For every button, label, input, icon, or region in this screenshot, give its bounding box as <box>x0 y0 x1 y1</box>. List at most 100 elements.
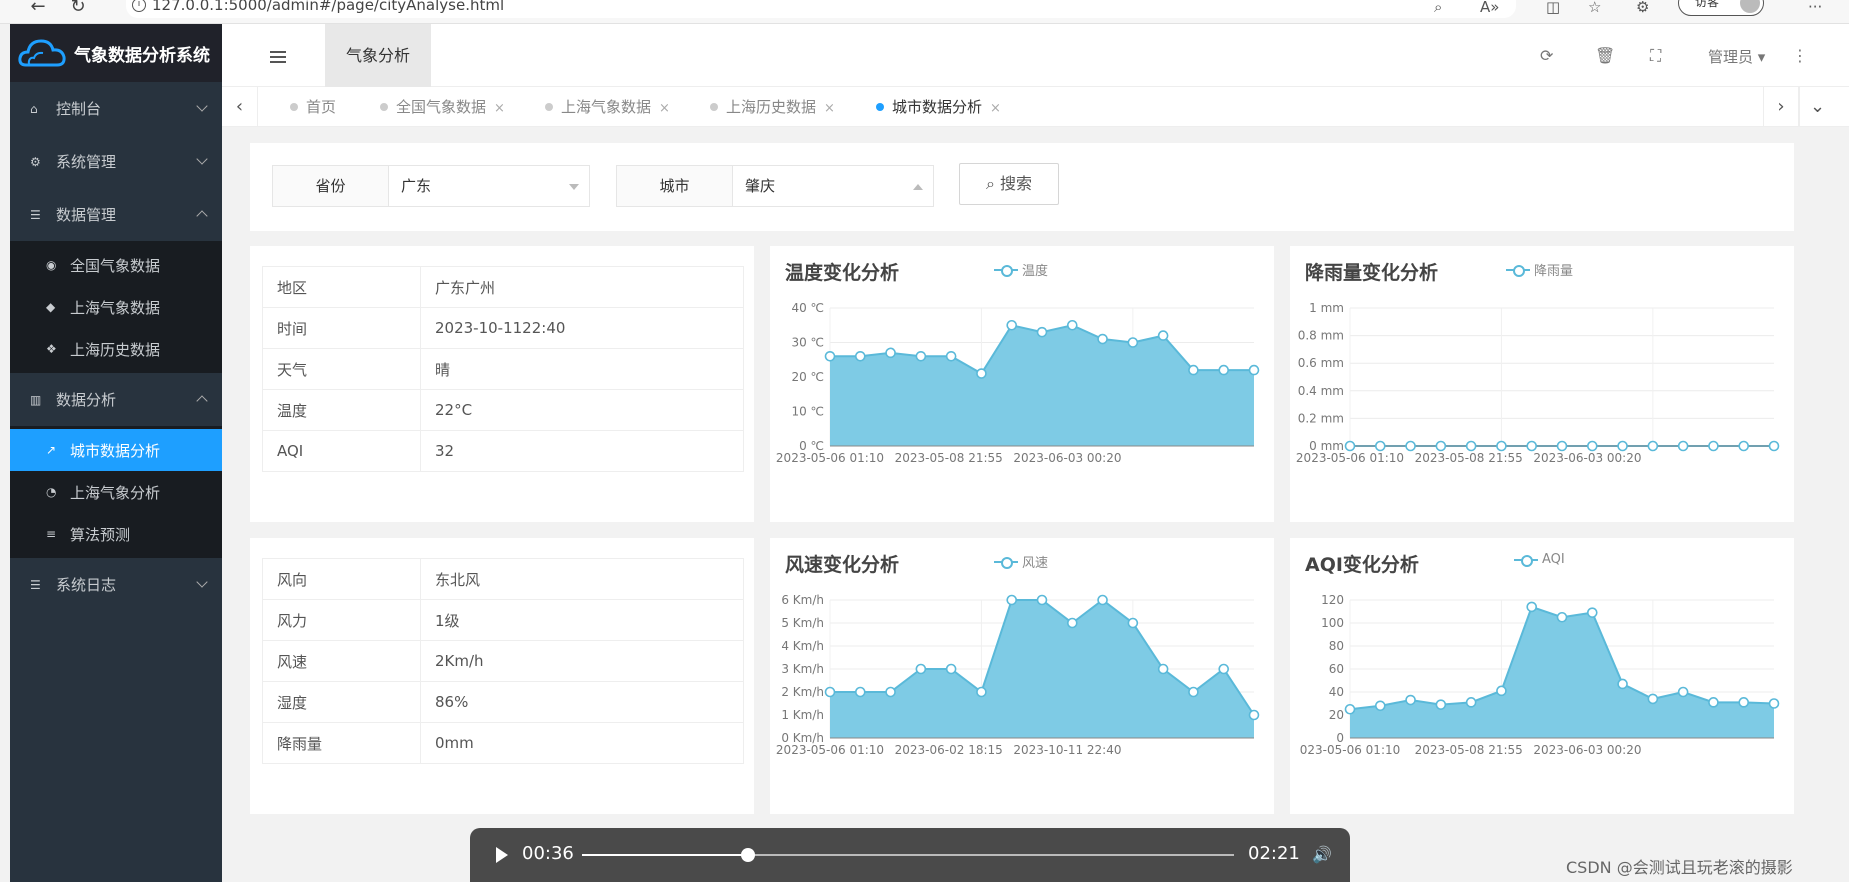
table-value: 1级 <box>420 599 744 641</box>
menu-data-analysis[interactable]: ▥ 数据分析 <box>10 373 222 426</box>
chart-legend[interactable]: 降雨量 <box>1506 260 1573 279</box>
y-tick-label: 30 ℃ <box>791 336 824 350</box>
sidebar-item-algorithm-prediction[interactable]: ≡ 算法预测 <box>10 513 222 555</box>
header-tab-weather-analysis[interactable]: 气象分析 <box>325 24 431 87</box>
cube-icon: ◆ <box>46 300 56 314</box>
menu-system-management[interactable]: ⚙ 系统管理 <box>10 135 222 188</box>
search-icon: ⌕ <box>985 174 995 193</box>
site-info-icon[interactable]: i <box>132 0 146 12</box>
tab-dropdown-icon[interactable]: ⌄ <box>1799 87 1835 127</box>
data-point <box>1708 440 1719 452</box>
tab-scroll-right-icon[interactable]: › <box>1763 87 1799 127</box>
y-tick-label: 0.2 mm <box>1298 411 1344 425</box>
search-button[interactable]: ⌕ 搜索 <box>959 163 1059 205</box>
menu-toggle-icon[interactable] <box>270 51 286 66</box>
chart-legend[interactable]: 风速 <box>994 552 1048 571</box>
chevron-down-icon <box>196 100 208 112</box>
menu-data-management[interactable]: ☰ 数据管理 <box>10 188 222 241</box>
data-point <box>1768 440 1780 452</box>
sidebar-item-shanghai-history[interactable]: ❖ 上海历史数据 <box>10 328 222 370</box>
chart-legend[interactable]: AQI <box>1514 552 1565 567</box>
province-select[interactable]: 省份 广东 <box>272 165 590 207</box>
chart-title: 风速变化分析 <box>785 554 900 576</box>
data-point <box>1708 697 1719 708</box>
data-point <box>945 351 957 362</box>
logo[interactable]: 气象数据分析系统 <box>10 24 222 82</box>
favorites-icon[interactable]: ☆ <box>1588 0 1601 16</box>
menu-dashboard[interactable]: ⌂ 控制台 <box>10 82 222 135</box>
city-select[interactable]: 城市 肇庆 <box>616 165 934 207</box>
x-tick-label: 2023-06-03 00:20 <box>1533 743 1641 757</box>
table-row: 风速 2Km/h <box>262 640 744 682</box>
seek-handle[interactable] <box>741 848 756 862</box>
profile-label: 访客 <box>1695 0 1720 9</box>
rainfall-chart: 0 mm0.2 mm0.4 mm0.6 mm0.8 mm1 mm2023-05-… <box>1296 301 1780 465</box>
fullscreen-icon[interactable]: ⛶ <box>1650 46 1661 66</box>
data-point <box>1157 330 1169 341</box>
tab-scroll-left-icon[interactable]: ‹ <box>222 87 258 127</box>
wind-speed-chart: 0 Km/h1 Km/h2 Km/h3 Km/h4 Km/h5 Km/h6 Km… <box>776 593 1260 757</box>
table-row: 时间 2023-10-1122:40 <box>262 307 744 349</box>
legend-marker-icon <box>1514 554 1538 567</box>
city-value: 肇庆 <box>745 177 776 195</box>
total-time: 02:21 <box>1248 843 1300 864</box>
y-tick-label: 3 Km/h <box>781 662 824 676</box>
address-bar[interactable]: i 127.0.0.1:5000/admin#/page/cityAnalyse… <box>126 0 1516 18</box>
close-icon[interactable]: × <box>659 101 670 116</box>
sidebar-item-label: 上海气象分析 <box>70 483 161 502</box>
data-point <box>1496 685 1507 697</box>
seek-bar[interactable] <box>582 848 1234 862</box>
sidebar-item-shanghai-data[interactable]: ◆ 上海气象数据 <box>10 286 222 328</box>
gears-icon: ⚙ <box>30 154 41 169</box>
play-icon[interactable] <box>496 847 508 863</box>
data-point <box>976 686 987 698</box>
chart-legend[interactable]: 温度 <box>994 260 1048 279</box>
pie-chart-icon: ◔ <box>46 485 57 499</box>
close-icon[interactable]: × <box>990 101 1001 116</box>
server-icon: ☰ <box>30 207 41 222</box>
aqi-chart: 020406080100120023-05-06 01:10 2023-05-08… <box>1300 593 1780 757</box>
city-value-box[interactable]: 肇庆 <box>733 166 933 206</box>
legend-label: AQI <box>1542 552 1565 567</box>
trash-icon[interactable]: 🗑 <box>1595 46 1615 65</box>
refresh-icon[interactable]: ↻ <box>66 0 90 20</box>
data-point <box>885 686 896 698</box>
extension-icon[interactable]: ⚙ <box>1636 0 1649 16</box>
back-arrow-icon[interactable]: ← <box>26 0 50 20</box>
tab-home[interactable]: 首页 <box>286 87 336 127</box>
sidebar-item-national-data[interactable]: ◉ 全国气象数据 <box>10 244 222 286</box>
close-icon[interactable]: × <box>494 101 505 116</box>
refresh-icon[interactable]: ⟳ <box>1540 46 1553 65</box>
tab-dot <box>545 103 553 111</box>
sidebar-item-label: 上海气象数据 <box>70 298 161 317</box>
tab-shanghai-data[interactable]: 上海气象数据 × <box>541 87 670 127</box>
close-icon[interactable]: × <box>824 101 835 116</box>
tab-dot <box>710 103 718 111</box>
data-point <box>824 686 836 698</box>
line-chart-icon: ↗ <box>46 443 57 457</box>
x-tick-label: 2023-10-11 22:40 <box>1013 743 1121 757</box>
zoom-icon[interactable]: ⌕ <box>1434 0 1442 16</box>
y-tick-label: 0.6 mm <box>1298 356 1344 370</box>
province-value-box[interactable]: 广东 <box>389 166 589 206</box>
volume-icon[interactable]: 🔊 <box>1312 845 1332 864</box>
tab-shanghai-history[interactable]: 上海历史数据 × <box>706 87 835 127</box>
menu-system-log[interactable]: ☰ 系统日志 <box>10 558 222 611</box>
more-vertical-icon[interactable]: ⋮ <box>1792 46 1808 65</box>
profile-button[interactable]: 访客 <box>1678 0 1764 16</box>
data-point <box>1248 709 1260 721</box>
sidebar-item-shanghai-analysis[interactable]: ◔ 上海气象分析 <box>10 471 222 513</box>
tab-national-data[interactable]: 全国气象数据 × <box>376 87 505 127</box>
browser-toolbar: ← ↻ i 127.0.0.1:5000/admin#/page/cityAna… <box>0 0 1849 24</box>
more-icon[interactable]: ··· <box>1808 0 1822 16</box>
data-point <box>1526 440 1538 452</box>
read-aloud-icon[interactable]: A» <box>1480 0 1499 16</box>
sidebar-item-city-analysis[interactable]: ↗ 城市数据分析 <box>10 429 222 471</box>
watermark-text: CSDN @会测试且玩老滚的摄影 <box>1566 858 1793 877</box>
y-tick-label: 40 ℃ <box>791 301 824 315</box>
split-screen-icon[interactable]: ◫ <box>1546 0 1560 16</box>
caret-down-icon <box>569 184 579 190</box>
table-value: 0mm <box>420 722 744 764</box>
admin-menu[interactable]: 管理员 ▾ <box>1708 46 1765 67</box>
tab-city-analysis[interactable]: 城市数据分析 × <box>872 87 1001 127</box>
